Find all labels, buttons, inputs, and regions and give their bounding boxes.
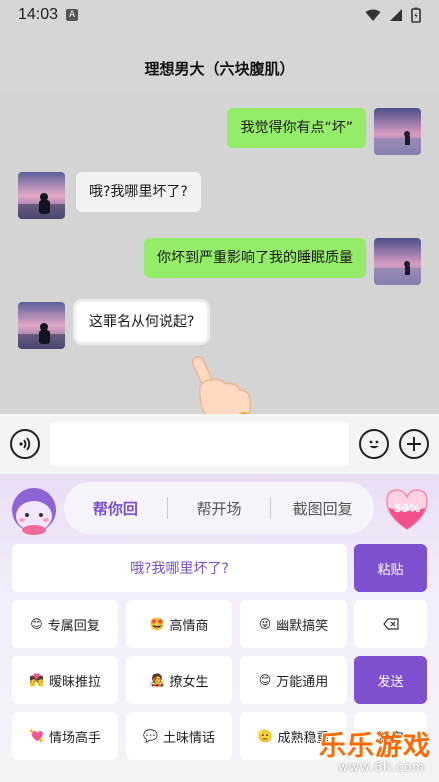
backspace-button[interactable] — [354, 600, 427, 648]
key-label: 专属回复 — [47, 618, 100, 634]
my-avatar[interactable] — [374, 238, 421, 285]
message-row: 这罪名从何说起? — [18, 302, 208, 349]
key-label: 撩女生 — [169, 674, 209, 690]
watermark-url: www.6ll.com — [338, 760, 425, 774]
message-bubble[interactable]: 你坏到严重影响了我的睡眠质量 — [144, 238, 366, 278]
suggestion-text: 哦?我哪里坏了? — [130, 561, 229, 577]
chat-area: 我觉得你有点“坏” 哦?我哪里坏了? 你坏到严重影响了我的睡眠质量 这罪名从何说… — [0, 94, 439, 436]
input-bar — [0, 414, 439, 474]
paste-button[interactable]: 粘贴 — [354, 544, 427, 592]
suggestion-box[interactable]: 哦?我哪里坏了? — [12, 544, 347, 592]
signal-icon — [390, 9, 402, 21]
emoji-icon: 😜 — [258, 617, 272, 631]
message-row: 我觉得你有点“坏” — [227, 108, 421, 155]
reply-style-key[interactable]: 🧑‍🎤 撩女生 — [126, 656, 232, 704]
message-bubble[interactable]: 我觉得你有点“坏” — [227, 108, 366, 148]
notification-badge: A — [66, 9, 79, 21]
reply-style-key[interactable]: 🤩 高情商 — [126, 600, 232, 648]
emoji-icon: 🧑‍🎤 — [149, 673, 165, 687]
backspace-icon — [382, 618, 399, 630]
reply-style-key[interactable]: 💘 情场高手 — [12, 712, 118, 760]
my-avatar[interactable] — [374, 108, 421, 155]
emoji-icon: 💘 — [29, 729, 44, 743]
reply-style-key[interactable]: 😊 专属回复 — [12, 600, 118, 648]
emoji-icon: 😊 — [30, 617, 43, 631]
tab-screenshot-reply[interactable]: 截图回复 — [271, 498, 374, 519]
emoji-icon: 💬 — [143, 729, 158, 743]
love-meter-badge[interactable]: 59% — [383, 486, 431, 532]
key-label: 暧昧推拉 — [48, 674, 101, 690]
contact-avatar[interactable] — [18, 172, 65, 219]
reply-style-key[interactable]: 💬 土味情话 — [126, 712, 232, 760]
voice-icon — [19, 437, 31, 451]
contact-avatar[interactable] — [18, 302, 65, 349]
message-row: 哦?我哪里坏了? — [18, 172, 201, 219]
message-bubble[interactable]: 哦?我哪里坏了? — [76, 172, 201, 212]
key-label: 情场高手 — [48, 730, 101, 746]
wifi-icon — [365, 9, 381, 21]
emoji-icon: 💏 — [29, 673, 44, 687]
chat-title: 理想男大（六块腹肌） — [144, 60, 295, 78]
mode-tabs: 帮你回 帮开场 截图回复 — [64, 482, 374, 534]
watermark: 乐乐游戏 www.6ll.com — [315, 724, 435, 782]
message-row: 你坏到严重影响了我的睡眠质量 — [144, 238, 421, 285]
emoji-button[interactable] — [359, 429, 389, 459]
voice-button[interactable] — [10, 429, 40, 459]
emoji-icon: 🤩 — [149, 617, 165, 631]
plus-icon — [407, 437, 421, 451]
ai-reply-keyboard: 帮你回 帮开场 截图回复 59% 哦?我哪里坏了? 粘贴 😊 专属回复 🤩 高情商 … — [0, 474, 439, 782]
send-button[interactable]: 发送 — [354, 656, 427, 704]
emoji-icon — [369, 440, 379, 449]
status-time: 14:03 — [18, 6, 59, 23]
reply-style-key[interactable]: 😊 万能通用 — [240, 656, 347, 704]
emoji-icon: 🫡 — [257, 729, 273, 743]
mascot-icon[interactable] — [8, 482, 60, 536]
tab-help-reply[interactable]: 帮你回 — [64, 498, 167, 519]
emoji-icon: 😊 — [258, 673, 272, 687]
key-label: 高情商 — [169, 618, 209, 634]
reply-style-key[interactable]: 😜 幽默搞笑 — [240, 600, 347, 648]
watermark-title: 乐乐游戏 — [319, 731, 431, 762]
plus-button[interactable] — [399, 429, 429, 459]
reply-style-key[interactable]: 💏 暧昧推拉 — [12, 656, 118, 704]
status-bar: 14:03 A — [0, 0, 439, 30]
key-label: 幽默搞笑 — [276, 618, 329, 634]
message-bubble-selected[interactable]: 这罪名从何说起? — [76, 302, 208, 342]
love-meter-percent: 59% — [393, 502, 421, 515]
tab-help-open[interactable]: 帮开场 — [168, 498, 271, 519]
message-input[interactable] — [50, 422, 349, 466]
key-label: 土味情话 — [162, 730, 215, 746]
battery-icon — [411, 7, 421, 23]
key-label: 万能通用 — [276, 674, 329, 690]
